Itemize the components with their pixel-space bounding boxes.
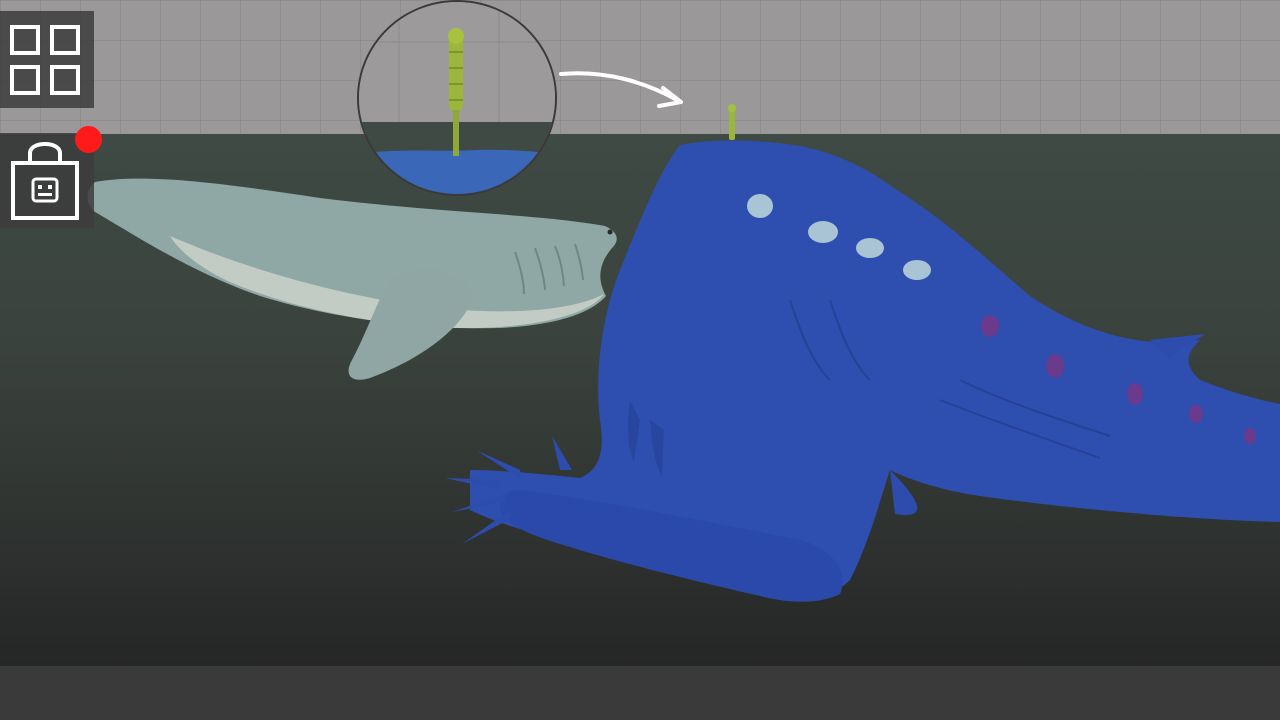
grid-four-squares-icon — [10, 25, 80, 95]
melon-ragdoll[interactable] — [728, 104, 736, 140]
blue-sea-monster[interactable] — [445, 140, 1280, 602]
menu-button[interactable] — [0, 11, 94, 108]
whale[interactable] — [87, 178, 617, 380]
notification-badge — [75, 126, 102, 153]
game-scene — [0, 0, 1280, 720]
zoom-lens-image — [359, 2, 555, 194]
zoom-callout-lens — [357, 0, 557, 196]
callout-arrow-icon — [559, 71, 683, 108]
